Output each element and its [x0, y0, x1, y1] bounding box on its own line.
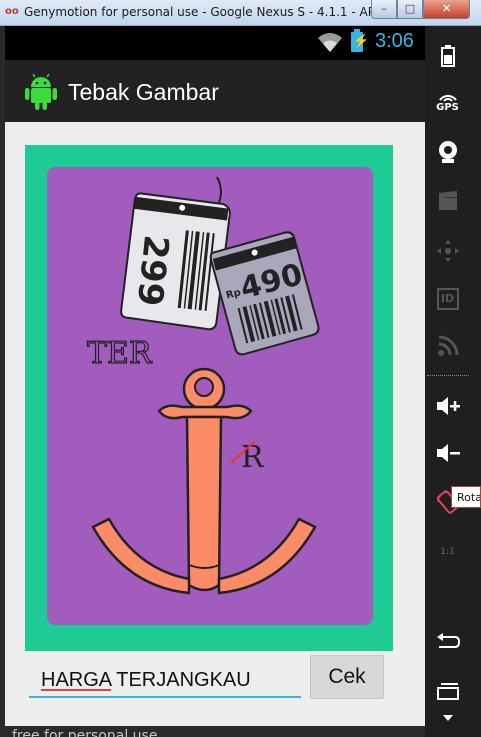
recent-apps-icon [436, 683, 459, 700]
answer-input[interactable]: HARGA TERJANGKAU [29, 662, 301, 698]
gps-label: GPS [436, 101, 459, 113]
id-icon: ID [436, 288, 459, 310]
anchor-icon [91, 367, 317, 595]
camera-tool-button[interactable] [425, 132, 470, 172]
scale-button[interactable]: 1:1 [425, 532, 470, 572]
status-bar: ⚡ 3:06 [5, 26, 425, 60]
volume-down-icon [436, 444, 460, 462]
chevron-down-icon [442, 715, 453, 721]
android-logo-icon [25, 74, 57, 110]
answer-word1: HARGA [41, 669, 112, 691]
battery-tool-button[interactable] [425, 36, 470, 76]
price-tag-490: Rp 490 [209, 231, 320, 356]
puzzle-frame: 299 Rp 490 TER R [25, 145, 393, 651]
wifi-icon [318, 33, 342, 52]
action-bar: Tebak Gambar [5, 60, 425, 122]
dpad-icon [436, 240, 459, 262]
recent-apps-button[interactable] [425, 671, 470, 711]
phone-screen: ⚡ 3:06 Tebak Gambar 299 Rp 490 TER R HAR… [5, 26, 425, 737]
volume-up-button[interactable] [425, 386, 470, 426]
check-button[interactable]: Cek [310, 655, 384, 699]
charging-bolt-icon: ⚡ [353, 33, 370, 48]
video-tool-button[interactable] [425, 181, 470, 221]
volume-up-icon [436, 397, 460, 415]
camera-icon [438, 141, 457, 163]
status-time: 3:06 [375, 30, 414, 52]
puzzle-image: 299 Rp 490 TER R [47, 167, 373, 625]
scale-icon: 1:1 [440, 547, 455, 557]
maximize-button[interactable]: □ [397, 0, 423, 19]
rss-tool-button[interactable] [425, 326, 470, 366]
tag1-price: 299 [129, 233, 176, 308]
minimize-button[interactable]: – [371, 0, 397, 19]
battery-charging-icon: ⚡ [351, 29, 369, 52]
gps-icon [438, 94, 457, 102]
emulator-device: ⚡ 3:06 Tebak Gambar 299 Rp 490 TER R HAR… [0, 26, 481, 737]
close-button[interactable]: ✕ [423, 0, 470, 19]
ter-text: TER [87, 336, 153, 371]
puzzle-illustration: 299 Rp 490 TER R [86, 176, 320, 595]
genymotion-toolbar: GPS ID 1:1 [425, 26, 481, 737]
volume-down-button[interactable] [425, 433, 470, 473]
gps-tool-button[interactable]: GPS [425, 82, 470, 122]
toolbar-separator [427, 375, 469, 376]
window-title-bar[interactable]: oo Genymotion for personal use - Google … [0, 0, 481, 26]
rotate-tooltip: Rotate [451, 486, 481, 508]
letter-r: R [241, 440, 265, 475]
answer-rest: TERJANGKAU [111, 669, 251, 691]
app-title: Tebak Gambar [68, 79, 219, 105]
toolbar-scroll-down[interactable] [425, 706, 470, 730]
video-icon [438, 191, 457, 210]
genymotion-app-icon: oo [5, 6, 19, 17]
watermark-text: free for personal use [12, 728, 158, 737]
battery-icon [440, 45, 455, 67]
rss-icon [437, 335, 458, 356]
back-icon [436, 633, 460, 648]
back-button[interactable] [425, 622, 470, 662]
dpad-tool-button[interactable] [425, 231, 470, 271]
id-tool-button[interactable]: ID [425, 279, 470, 319]
main-content: 299 Rp 490 TER R HARGA TERJANGKAU Cek fr… [5, 122, 425, 737]
window-title: Genymotion for personal use - Google Nex… [24, 5, 413, 19]
